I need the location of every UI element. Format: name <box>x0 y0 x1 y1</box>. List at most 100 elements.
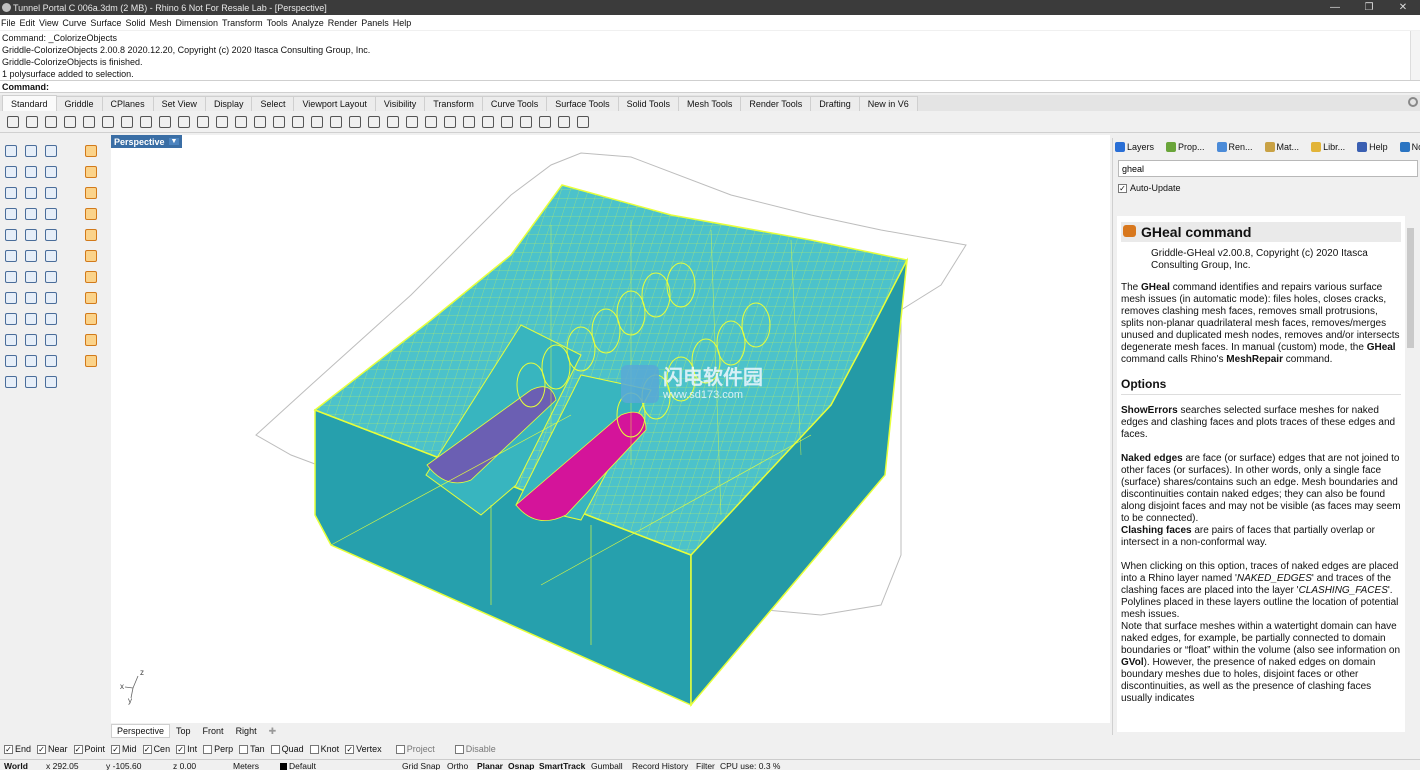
tool-hatch-icon[interactable] <box>42 310 60 328</box>
viewport-menu-arrow-icon[interactable]: ▼ <box>168 138 180 145</box>
status-osnap[interactable]: Osnap <box>508 761 534 770</box>
griddle-gedit-icon[interactable] <box>82 289 100 307</box>
menu-dimension[interactable]: Dimension <box>175 18 218 28</box>
osnap-point[interactable]: ✓ Point <box>73 744 105 754</box>
maximize-button[interactable]: ❐ <box>1352 0 1386 15</box>
griddle-gmerge-icon[interactable] <box>82 352 100 370</box>
tools-icon[interactable] <box>555 113 572 130</box>
view-tab-right[interactable]: Right <box>230 724 263 738</box>
panel-tab-help[interactable]: Help <box>1357 142 1394 152</box>
tab-viewport-layout[interactable]: Viewport Layout <box>293 96 376 111</box>
menu-curve[interactable]: Curve <box>62 18 86 28</box>
rotate-icon[interactable] <box>289 113 306 130</box>
osnap-checkbox[interactable] <box>454 744 464 754</box>
osnap-cen[interactable]: ✓ Cen <box>142 744 170 754</box>
hide-icon[interactable] <box>346 113 363 130</box>
options-icon[interactable] <box>536 113 553 130</box>
tool-layer-icon[interactable] <box>42 352 60 370</box>
viewport-title[interactable]: Perspective ▼ <box>111 135 183 148</box>
tab-solid-tools[interactable]: Solid Tools <box>617 96 679 111</box>
shaded-icon[interactable] <box>460 113 477 130</box>
tab-mesh-tools[interactable]: Mesh Tools <box>677 96 742 111</box>
help-search-input[interactable] <box>1118 160 1418 177</box>
print-icon[interactable] <box>61 113 78 130</box>
help-scrollbar[interactable] <box>1406 216 1415 732</box>
status-cplane[interactable]: World <box>4 761 28 770</box>
menu-view[interactable]: View <box>39 18 58 28</box>
osnap-int[interactable]: ✓ Int <box>176 744 197 754</box>
tool-text-icon[interactable] <box>2 310 20 328</box>
light-icon[interactable] <box>403 113 420 130</box>
paste-icon[interactable] <box>137 113 154 130</box>
tool-arc-icon[interactable] <box>22 163 40 181</box>
tab-drafting[interactable]: Drafting <box>810 96 860 111</box>
panel-tab-materials[interactable]: Mat... <box>1264 142 1306 152</box>
copy-icon[interactable] <box>118 113 135 130</box>
tool-select-icon[interactable] <box>2 142 20 160</box>
tool-analyze-icon[interactable] <box>22 373 40 391</box>
material-icon[interactable] <box>422 113 439 130</box>
menu-render[interactable]: Render <box>328 18 358 28</box>
analyze-icon[interactable] <box>517 113 534 130</box>
osnap-mid[interactable]: ✓ Mid <box>111 744 137 754</box>
tab-visibility[interactable]: Visibility <box>374 96 426 111</box>
pan-icon[interactable] <box>175 113 192 130</box>
rotate-view-icon[interactable] <box>194 113 211 130</box>
status-smarttrack[interactable]: SmartTrack <box>539 761 585 770</box>
render-icon[interactable] <box>498 113 515 130</box>
osnap-checkbox[interactable]: ✓ <box>142 744 152 754</box>
tab-standard[interactable]: Standard <box>2 95 57 111</box>
open-icon[interactable] <box>23 113 40 130</box>
griddle-gsurf-icon[interactable] <box>82 163 100 181</box>
osnap-tan[interactable]: Tan <box>239 744 265 754</box>
osnap-knot[interactable]: Knot <box>309 744 339 754</box>
tab-cplanes[interactable]: CPlanes <box>101 96 154 111</box>
tab-surface-tools[interactable]: Surface Tools <box>546 96 619 111</box>
menu-help[interactable]: Help <box>393 18 412 28</box>
zoom-extents-icon[interactable] <box>251 113 268 130</box>
osnap-checkbox[interactable]: ✓ <box>345 744 355 754</box>
save-icon[interactable] <box>42 113 59 130</box>
status-grid-snap[interactable]: Grid Snap <box>402 761 440 770</box>
tool-sphere-icon[interactable] <box>22 226 40 244</box>
tool-explode-icon[interactable] <box>22 268 40 286</box>
color-icon[interactable] <box>441 113 458 130</box>
menu-edit[interactable]: Edit <box>20 18 36 28</box>
menu-tools[interactable]: Tools <box>267 18 288 28</box>
osnap-checkbox[interactable] <box>270 744 280 754</box>
tab-display[interactable]: Display <box>204 96 253 111</box>
tab-set-view[interactable]: Set View <box>152 96 206 111</box>
tool-offset-icon[interactable] <box>42 331 60 349</box>
status-ortho[interactable]: Ortho <box>447 761 468 770</box>
tool-dimension-icon[interactable] <box>22 310 40 328</box>
tab-griddle[interactable]: Griddle <box>55 96 103 111</box>
tab-transform[interactable]: Transform <box>424 96 483 111</box>
menu-solid[interactable]: Solid <box>125 18 145 28</box>
tab-new-in-v6[interactable]: New in V6 <box>858 96 918 111</box>
tool-split-icon[interactable] <box>22 247 40 265</box>
status-planar[interactable]: Planar <box>477 761 503 770</box>
perspective-viewport[interactable]: z x y <box>111 135 1110 723</box>
tool-mesh-icon[interactable] <box>2 331 20 349</box>
griddle-griddle-settings-icon[interactable] <box>82 142 100 160</box>
tool-extrude-icon[interactable] <box>22 205 40 223</box>
osnap-checkbox[interactable]: ✓ <box>4 744 13 754</box>
griddle-gheal-icon[interactable] <box>82 226 100 244</box>
add-view-tab-icon[interactable]: ✚ <box>263 724 283 738</box>
tool-polygon-icon[interactable] <box>42 184 60 202</box>
tool-circle-icon[interactable] <box>2 163 20 181</box>
tool-box-icon[interactable] <box>2 226 20 244</box>
close-button[interactable]: ✕ <box>1386 0 1420 15</box>
lock-icon[interactable] <box>384 113 401 130</box>
new-file-icon[interactable] <box>4 113 21 130</box>
zoom-window-icon[interactable] <box>232 113 249 130</box>
menu-transform[interactable]: Transform <box>222 18 263 28</box>
osnap-checkbox[interactable] <box>309 744 319 754</box>
undo-icon[interactable] <box>156 113 173 130</box>
tool-join-icon[interactable] <box>2 268 20 286</box>
status-gumball[interactable]: Gumball <box>591 761 623 770</box>
tool-point-icon[interactable] <box>22 142 40 160</box>
tool-block-icon[interactable] <box>22 352 40 370</box>
panel-tab-rendering[interactable]: Ren... <box>1216 142 1259 152</box>
tool-group-icon[interactable] <box>42 268 60 286</box>
